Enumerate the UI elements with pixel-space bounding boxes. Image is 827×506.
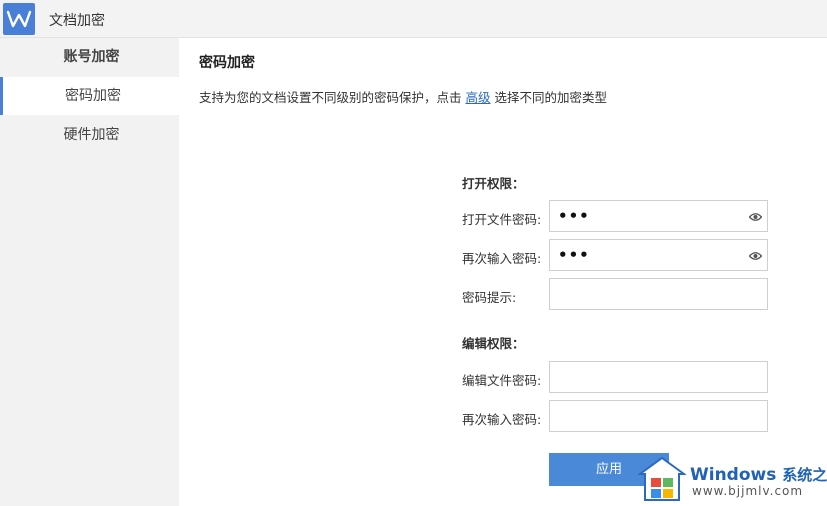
open-password-field[interactable]: ••• [549,200,768,232]
edit-password-label: 编辑文件密码: [462,373,542,388]
edit-permission-heading: 编辑权限： [462,336,525,351]
description-text-end: 选择不同的加密类型 [490,90,607,105]
sidebar-item-password-encrypt[interactable]: 密码加密 [0,77,179,115]
eye-icon[interactable] [748,250,763,265]
watermark-title-en: Windows [690,465,777,485]
windows-logo-icon [636,456,688,506]
open-confirm-label: 再次输入密码: [462,251,542,266]
edit-confirm-field[interactable] [549,400,768,432]
sidebar: 账号加密 密码加密 硬件加密 [0,38,179,506]
watermark: Windows 系统之家 www.bjjmlv.com [634,454,827,506]
edit-confirm-label: 再次输入密码: [462,412,542,427]
watermark-title-cn: 系统之家 [782,466,827,484]
watermark-title: Windows 系统之家 [690,464,827,485]
sidebar-item-hardware-encrypt[interactable]: 硬件加密 [0,116,179,154]
title-bar: 文档加密 [0,0,827,38]
open-confirm-value: ••• [558,246,590,264]
wps-writer-icon [3,3,35,35]
open-password-value: ••• [558,207,590,225]
edit-password-field[interactable] [549,361,768,393]
password-hint-field[interactable] [549,278,768,310]
page-title: 密码加密 [199,55,255,71]
sidebar-item-label: 账号加密 [63,49,120,65]
open-password-label: 打开文件密码: [462,212,542,227]
description-text: 支持为您的文档设置不同级别的密码保护，点击 [199,90,466,105]
advanced-link[interactable]: 高级 [465,90,490,105]
open-permission-heading: 打开权限： [462,176,525,191]
sidebar-item-label: 密码加密 [65,88,121,104]
open-confirm-field[interactable]: ••• [549,239,768,271]
password-hint-label: 密码提示: [462,290,517,305]
sidebar-item-account-encrypt[interactable]: 账号加密 [0,38,179,76]
eye-icon[interactable] [748,211,763,226]
window-title: 文档加密 [49,13,105,29]
sidebar-item-label: 硬件加密 [63,127,120,143]
description: 支持为您的文档设置不同级别的密码保护，点击 高级 选择不同的加密类型 [199,87,607,106]
watermark-url: www.bjjmlv.com [692,484,804,498]
